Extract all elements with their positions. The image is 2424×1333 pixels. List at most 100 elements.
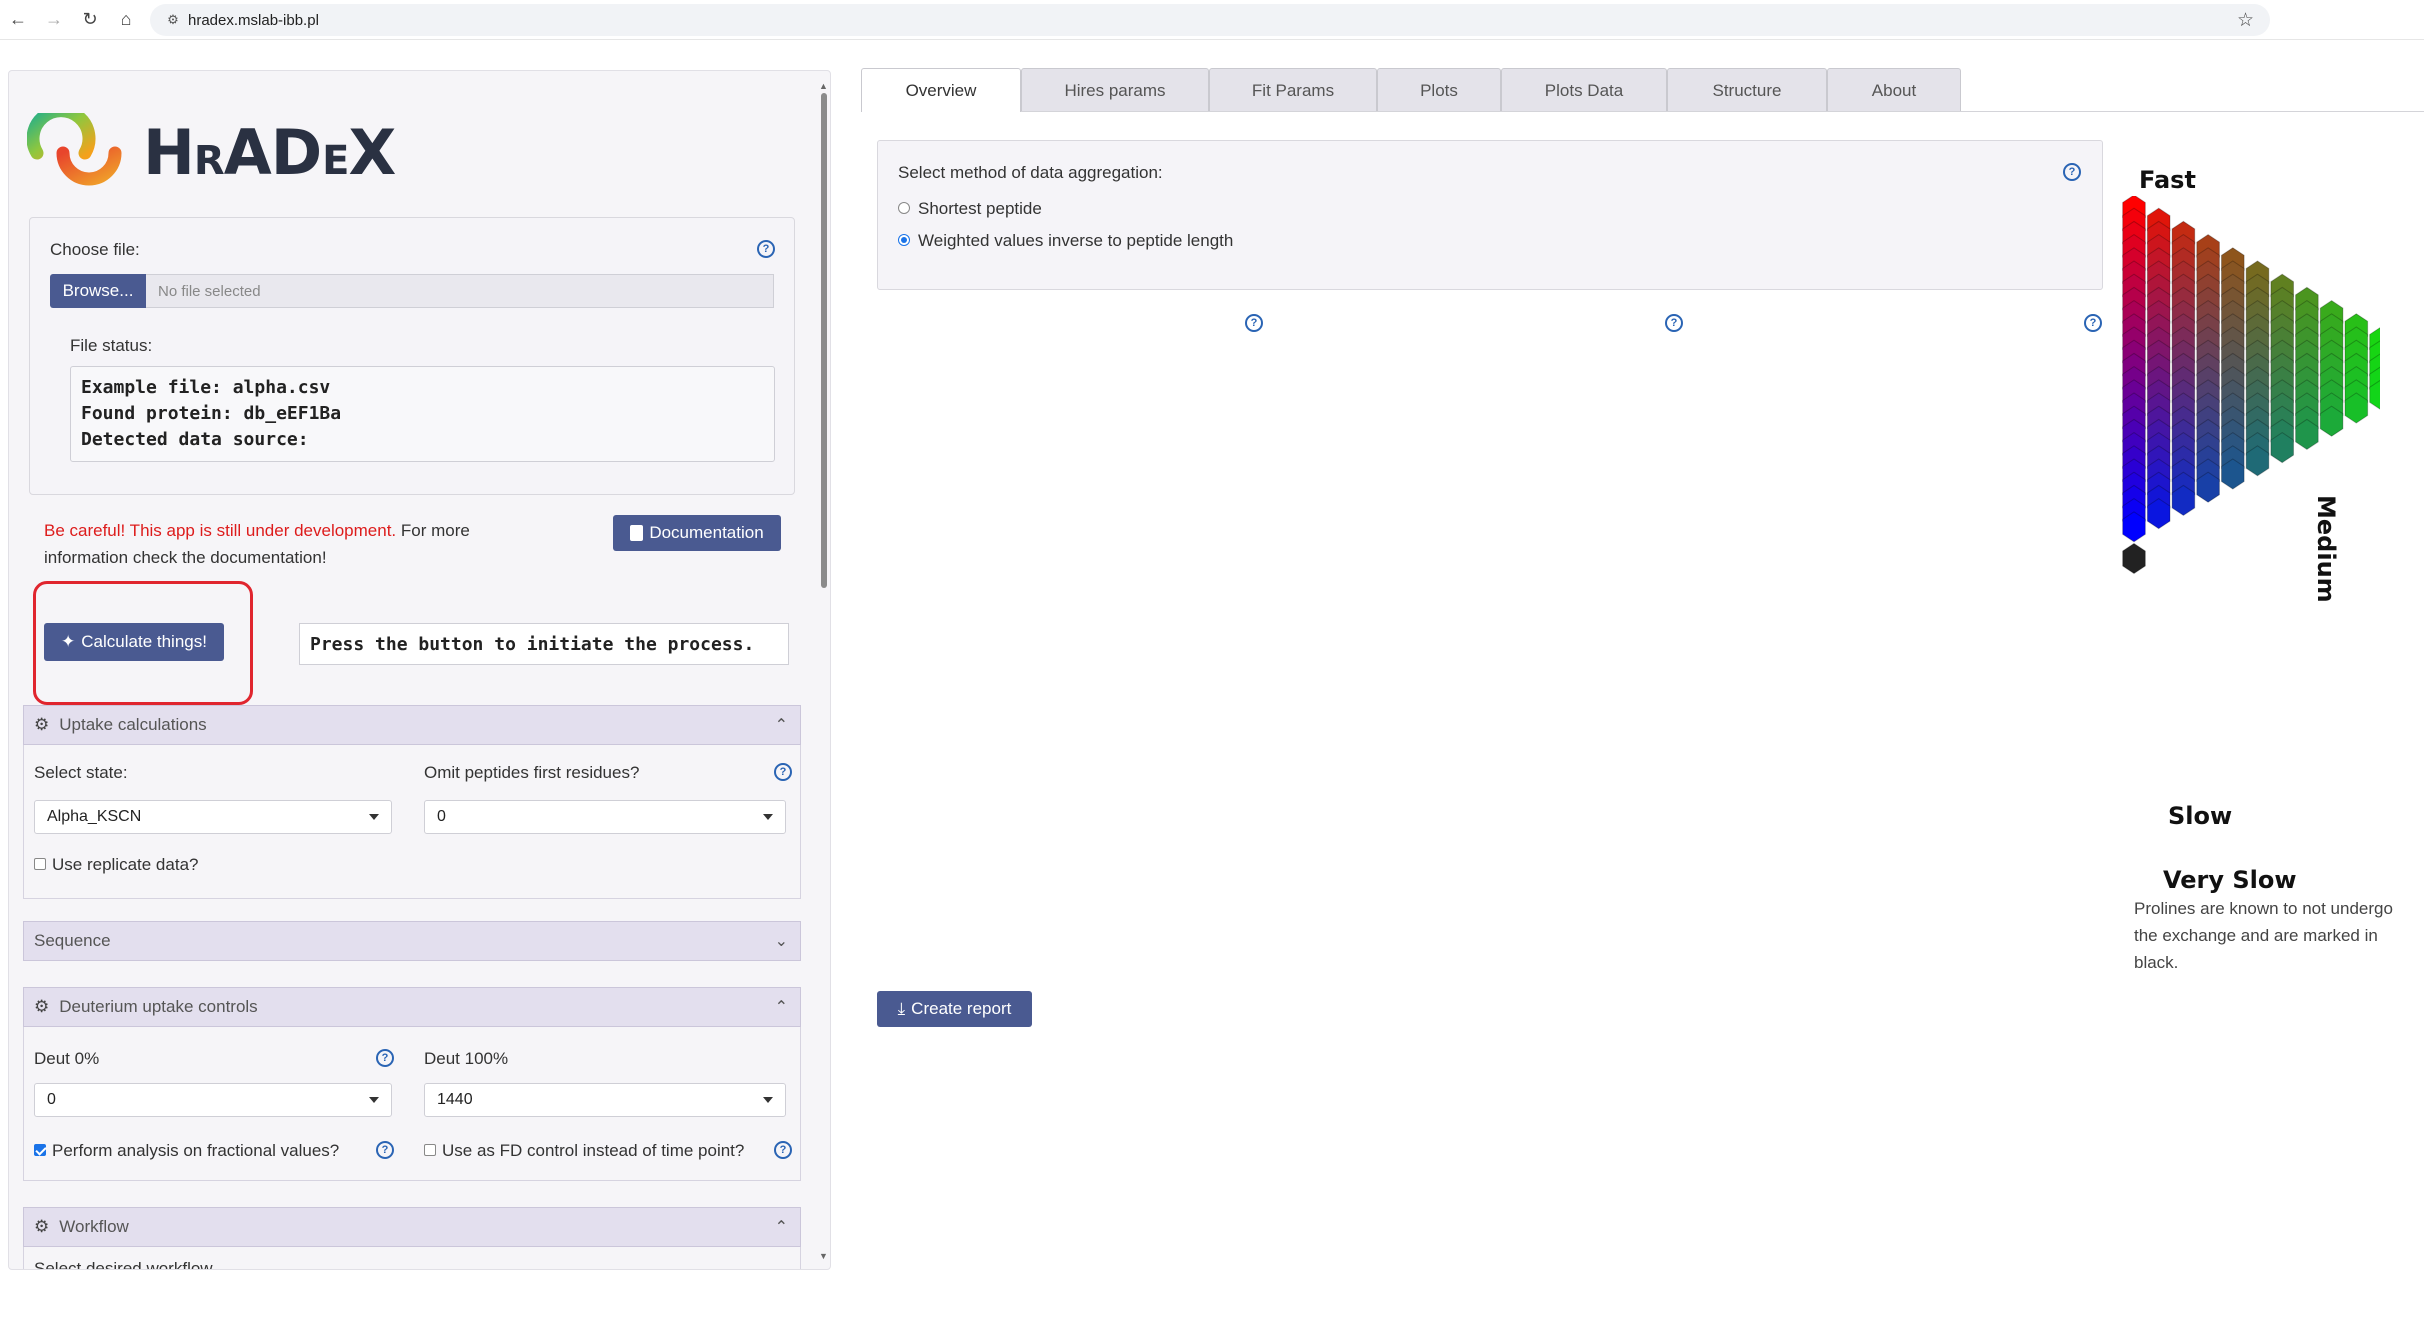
chevron-up-icon[interactable]: ⌃ — [775, 715, 788, 735]
uptake-section-header[interactable]: ⚙ Uptake calculations ⌃ — [23, 705, 801, 745]
status-line: Example file: alpha.csv — [81, 377, 331, 398]
bookmark-star-icon[interactable]: ☆ — [2237, 9, 2254, 32]
chevron-up-icon[interactable]: ⌃ — [775, 997, 788, 1017]
fractional-option[interactable]: Perform analysis on fractional values? — [34, 1141, 339, 1161]
shortest-peptide-label: Shortest peptide — [918, 199, 1042, 218]
help-icon[interactable]: ? — [2063, 163, 2081, 181]
legend-fast-label: Fast — [2139, 166, 2196, 194]
deut100-value: 1440 — [437, 1091, 473, 1108]
calculate-button[interactable]: ✦ Calculate things! — [44, 623, 224, 661]
proline-note: Prolines are known to not undergo the ex… — [2134, 899, 2393, 972]
status-line: Found protein: db_eEF1Ba — [81, 403, 342, 424]
reload-icon[interactable]: ↻ — [72, 2, 108, 38]
replicate-label: Use replicate data? — [52, 855, 199, 874]
back-icon[interactable]: ← — [0, 2, 36, 38]
file-input-panel: Choose file: ? Browse... No file selecte… — [29, 217, 795, 495]
uptake-section-title: Uptake calculations — [59, 715, 207, 734]
file-name-field[interactable]: No file selected — [146, 274, 774, 308]
deut100-select[interactable]: 1440 — [424, 1083, 786, 1117]
file-picker[interactable]: Browse... No file selected — [50, 274, 774, 308]
browser-toolbar: ← → ↻ ⌂ ⚙ hradex.mslab-ibb.pl ☆ — [0, 0, 2424, 40]
workflow-section-title: Workflow — [59, 1217, 129, 1236]
deut0-select[interactable]: 0 — [34, 1083, 392, 1117]
tab-fit-params[interactable]: Fit Params — [1209, 68, 1377, 112]
help-icon[interactable]: ? — [376, 1141, 394, 1159]
fractional-checkbox[interactable] — [34, 1143, 46, 1156]
forward-icon[interactable]: → — [36, 2, 72, 38]
dropdown-caret-icon — [369, 814, 379, 820]
tab-overview[interactable]: Overview — [861, 68, 1021, 112]
tab-structure[interactable]: Structure — [1667, 68, 1827, 112]
process-status-box: Press the button to initiate the process… — [299, 623, 789, 665]
tab-plots-data[interactable]: Plots Data — [1501, 68, 1667, 112]
deut0-value: 0 — [47, 1091, 56, 1108]
workflow-label: Select desired workflow — [34, 1259, 213, 1270]
logo-wordmark: HRADEX — [143, 115, 396, 189]
legend-slow-label: Slow — [2168, 802, 2233, 830]
select-state-label: Select state: — [34, 763, 128, 782]
exchange-rate-hex-legend — [2122, 196, 2380, 575]
aggregation-option-shortest[interactable]: Shortest peptide — [898, 199, 1042, 219]
help-icon[interactable]: ? — [757, 240, 775, 258]
create-report-button[interactable]: ⤓ Create report — [877, 991, 1032, 1027]
scroll-up-arrow-icon[interactable]: ▲ — [819, 81, 828, 91]
dropdown-caret-icon — [763, 814, 773, 820]
tab-plots[interactable]: Plots — [1377, 68, 1501, 112]
deut100-label: Deut 100% — [424, 1049, 509, 1068]
uptake-section-body: Select state: Omit peptides first residu… — [23, 745, 801, 899]
deut0-label: Deut 0% — [34, 1049, 100, 1068]
state-select[interactable]: Alpha_KSCN — [34, 800, 392, 834]
magic-wand-icon: ✦ — [61, 632, 76, 651]
documentation-label: Documentation — [649, 523, 764, 542]
aggregation-panel: Select method of data aggregation: ? Sho… — [877, 140, 2103, 290]
address-bar[interactable]: ⚙ hradex.mslab-ibb.pl ☆ — [150, 4, 2270, 36]
documentation-button[interactable]: Documentation — [613, 515, 781, 551]
aggregation-option-weighted[interactable]: Weighted values inverse to peptide lengt… — [898, 231, 1233, 251]
dropdown-caret-icon — [763, 1097, 773, 1103]
scrollbar-thumb[interactable] — [821, 93, 827, 588]
fd-control-label: Use as FD control instead of time point? — [442, 1141, 745, 1160]
book-icon — [630, 525, 644, 541]
dropdown-caret-icon — [369, 1097, 379, 1103]
deut-section-header[interactable]: ⚙ Deuterium uptake controls ⌃ — [23, 987, 801, 1027]
main-tabs: Overview Hires params Fit Params Plots P… — [861, 68, 1961, 112]
file-status-label: File status: — [70, 336, 153, 355]
help-icon[interactable]: ? — [2084, 314, 2102, 332]
development-warning: Be careful! This app is still under deve… — [44, 517, 504, 571]
omit-residues-value: 0 — [437, 808, 446, 825]
help-icon[interactable]: ? — [1665, 314, 1683, 332]
fractional-label: Perform analysis on fractional values? — [52, 1141, 340, 1160]
gears-icon: ⚙ — [34, 997, 50, 1016]
tab-about[interactable]: About — [1827, 68, 1961, 112]
home-icon[interactable]: ⌂ — [108, 2, 144, 38]
tab-hires-params[interactable]: Hires params — [1021, 68, 1209, 112]
workflow-section-header[interactable]: ⚙ Workflow ⌃ — [23, 1207, 801, 1247]
fd-control-option[interactable]: Use as FD control instead of time point? — [424, 1141, 744, 1161]
replicate-checkbox[interactable] — [34, 857, 46, 870]
site-info-icon[interactable]: ⚙ — [158, 12, 188, 28]
calculate-label: Calculate things! — [81, 632, 207, 651]
tab-divider — [1021, 111, 2424, 112]
deut-section-title: Deuterium uptake controls — [59, 997, 258, 1016]
omit-residues-label: Omit peptides first residues? — [424, 763, 640, 782]
sidebar-scrollbar[interactable]: ▲ ▼ — [819, 81, 829, 1261]
sequence-section-header[interactable]: Sequence ⌄ — [23, 921, 801, 961]
fd-control-checkbox[interactable] — [424, 1143, 436, 1156]
legend-medium-label: Medium — [2312, 495, 2340, 603]
help-icon[interactable]: ? — [774, 763, 792, 781]
file-status-box: Example file: alpha.csv Found protein: d… — [70, 366, 775, 462]
scroll-down-arrow-icon[interactable]: ▼ — [819, 1251, 828, 1261]
state-select-value: Alpha_KSCN — [47, 808, 142, 825]
chevron-up-icon[interactable]: ⌃ — [775, 1217, 788, 1237]
weighted-values-radio[interactable] — [898, 233, 910, 246]
browse-button[interactable]: Browse... — [50, 274, 146, 308]
help-icon[interactable]: ? — [376, 1049, 394, 1067]
sidebar-panel: ▲ ▼ HRADEX Choose file: ? Browse... No f… — [8, 70, 831, 1270]
help-icon[interactable]: ? — [774, 1141, 792, 1159]
chevron-down-icon[interactable]: ⌄ — [775, 931, 788, 951]
shortest-peptide-radio[interactable] — [898, 201, 910, 214]
url-text[interactable]: hradex.mslab-ibb.pl — [188, 12, 319, 29]
omit-residues-select[interactable]: 0 — [424, 800, 786, 834]
help-icon[interactable]: ? — [1245, 314, 1263, 332]
replicate-option[interactable]: Use replicate data? — [34, 855, 198, 875]
